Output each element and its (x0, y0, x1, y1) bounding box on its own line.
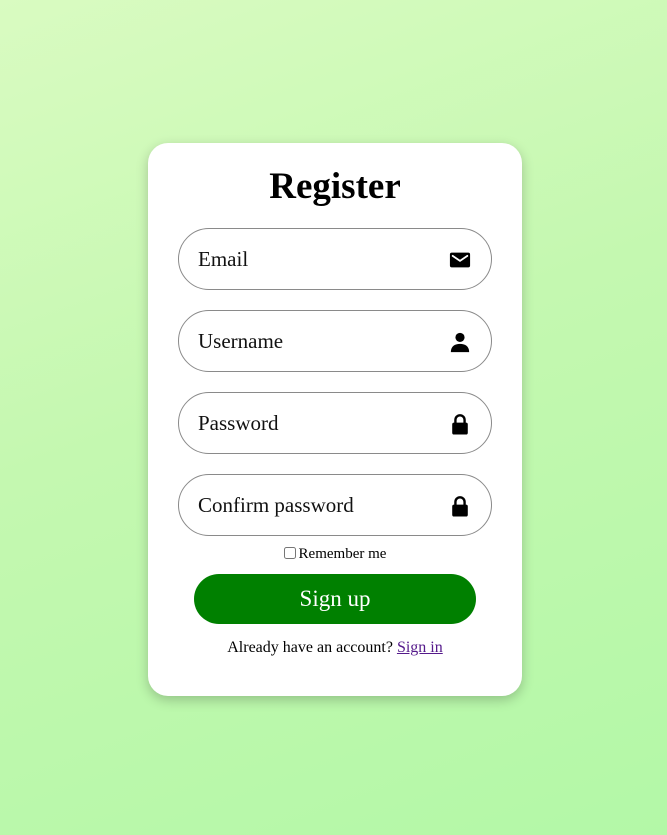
form-title: Register (269, 166, 401, 207)
envelope-icon (449, 252, 471, 268)
lock-icon (452, 414, 468, 435)
signin-prompt: Already have an account? Sign in (148, 638, 522, 658)
confirm-password-input[interactable] (198, 475, 438, 535)
lock-icon (452, 496, 468, 517)
remember-me-row: Remember me (148, 545, 522, 563)
confirm-password-field-wrapper (178, 474, 492, 536)
password-input[interactable] (198, 393, 438, 453)
remember-me-checkbox[interactable] (283, 547, 296, 559)
sign-up-button[interactable]: Sign up (194, 574, 476, 624)
password-field-wrapper (178, 392, 492, 454)
user-icon (450, 332, 470, 353)
footer-text: Already have an account? (227, 639, 393, 656)
email-field-wrapper (178, 228, 492, 290)
sign-in-link[interactable]: Sign in (397, 639, 443, 656)
username-input[interactable] (198, 311, 438, 371)
register-card: Register Remember me Sign up Alrea (148, 143, 522, 696)
username-field-wrapper (178, 310, 492, 372)
remember-me-label: Remember me (298, 546, 387, 562)
email-input[interactable] (198, 229, 438, 289)
